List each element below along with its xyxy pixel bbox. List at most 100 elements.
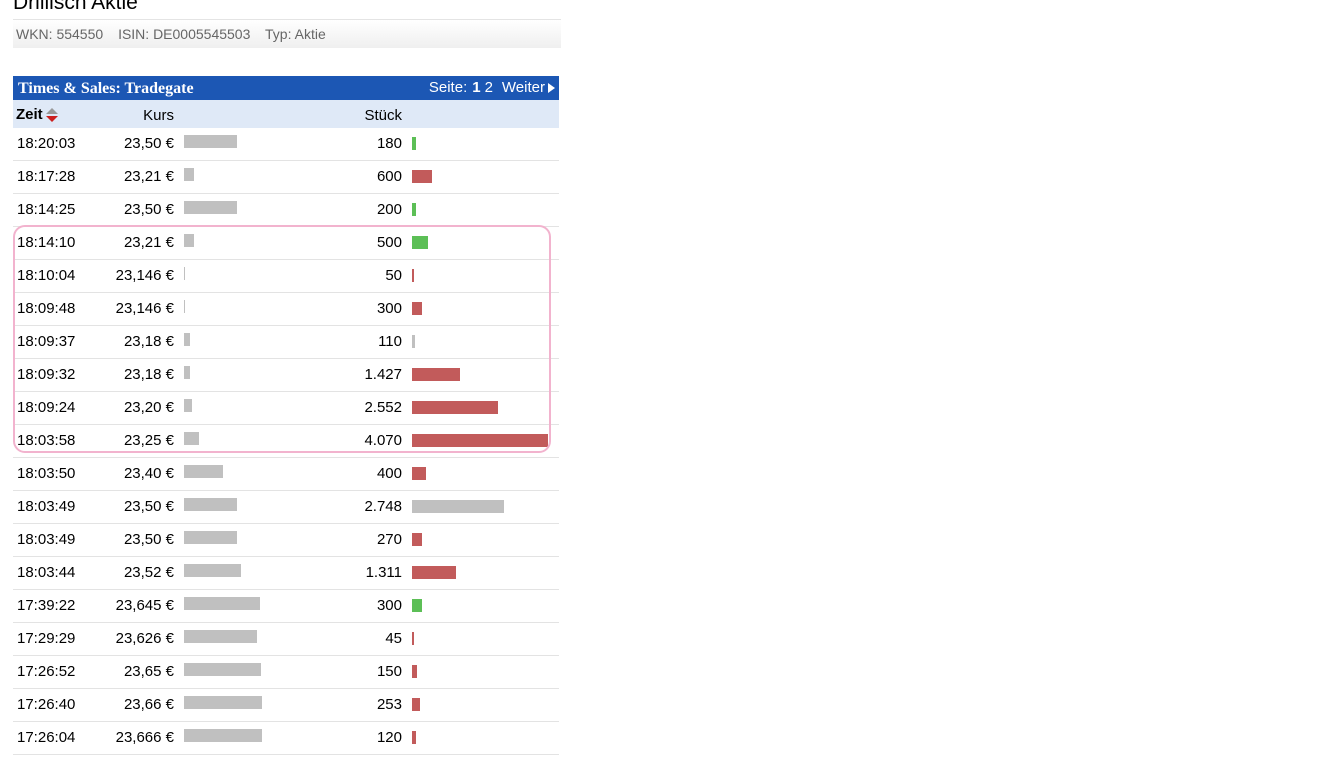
volume-bar xyxy=(412,599,422,612)
wkn-label: WKN: 554550 xyxy=(16,26,104,42)
table-row: 18:03:49 23,50 € 2.748 xyxy=(13,491,559,524)
volume-bar xyxy=(412,170,432,183)
trade-volume: 300 xyxy=(376,300,402,317)
trade-time: 18:09:37 xyxy=(17,333,76,350)
trade-time: 18:09:24 xyxy=(17,399,76,416)
table-row: 18:03:58 23,25 € 4.070 xyxy=(13,425,559,458)
trade-time: 18:03:44 xyxy=(17,564,76,581)
trade-volume: 600 xyxy=(376,168,402,185)
price-bar xyxy=(184,135,237,148)
table-row: 18:10:04 23,146 € 50 xyxy=(13,260,559,293)
trade-time: 18:03:49 xyxy=(17,531,76,548)
trade-price: 23,146 € xyxy=(115,300,174,317)
trade-time: 18:20:03 xyxy=(17,135,76,152)
trade-time: 18:03:49 xyxy=(17,498,76,515)
table-row: 18:17:28 23,21 € 600 xyxy=(13,161,559,194)
price-bar xyxy=(184,300,185,313)
table-row: 18:20:03 23,50 € 180 xyxy=(13,128,559,161)
trade-volume: 1.427 xyxy=(364,366,402,383)
volume-bar xyxy=(412,467,426,480)
table-row: 17:26:52 23,65 € 150 xyxy=(13,656,559,689)
volume-bar xyxy=(412,731,416,744)
volume-bar xyxy=(412,401,498,414)
trade-price: 23,146 € xyxy=(115,267,174,284)
zeit-column-label: Zeit xyxy=(16,106,43,123)
price-bar xyxy=(184,267,185,280)
next-page-link[interactable]: Weiter xyxy=(502,79,555,96)
volume-bar xyxy=(412,137,416,150)
price-bar xyxy=(184,564,241,577)
price-bar xyxy=(184,333,190,346)
table-row: 17:26:40 23,66 € 253 xyxy=(13,689,559,722)
trade-volume: 2.552 xyxy=(364,399,402,416)
trade-time: 18:09:32 xyxy=(17,366,76,383)
trade-volume: 180 xyxy=(376,135,402,152)
price-bar xyxy=(184,630,257,643)
page-2-link[interactable]: 2 xyxy=(485,79,493,96)
sort-arrows-icon xyxy=(45,107,58,123)
trades-table: 18:20:03 23,50 €180 18:17:28 23,21 €600 18:1… xyxy=(13,128,559,755)
trade-time: 18:14:10 xyxy=(17,234,76,251)
price-bar xyxy=(184,531,237,544)
trade-volume: 150 xyxy=(376,663,402,680)
trade-volume: 253 xyxy=(376,696,402,713)
trade-price: 23,40 € xyxy=(123,465,174,482)
trade-time: 18:14:25 xyxy=(17,201,76,218)
trade-price: 23,65 € xyxy=(123,663,174,680)
next-page-label: Weiter xyxy=(501,79,545,96)
volume-bar xyxy=(412,368,460,381)
price-bar xyxy=(184,399,192,412)
security-meta-bar: WKN: 554550 ISIN: DE0005545503 Typ: Akti… xyxy=(13,19,561,48)
table-row: 18:09:24 23,20 € 2.552 xyxy=(13,392,559,425)
volume-bar xyxy=(412,632,414,645)
trade-time: 17:26:04 xyxy=(17,729,76,746)
trade-price: 23,52 € xyxy=(123,564,174,581)
volume-bar xyxy=(412,500,504,513)
trade-time: 18:09:48 xyxy=(17,300,76,317)
table-row: 18:09:37 23,18 € 110 xyxy=(13,326,559,359)
volume-bar xyxy=(412,665,417,678)
table-row: 17:29:29 23,626 € 45 xyxy=(13,623,559,656)
table-row: 17:39:22 23,645 € 300 xyxy=(13,590,559,623)
trade-volume: 2.748 xyxy=(364,498,402,515)
price-bar xyxy=(184,432,199,445)
trade-price: 23,66 € xyxy=(123,696,174,713)
trade-price: 23,18 € xyxy=(123,366,174,383)
trade-price: 23,21 € xyxy=(123,168,174,185)
trade-price: 23,20 € xyxy=(123,399,174,416)
trade-time: 17:39:22 xyxy=(17,597,76,614)
trade-volume: 120 xyxy=(376,729,402,746)
trade-volume: 500 xyxy=(376,234,402,251)
page-title: Drillisch Aktie xyxy=(13,0,138,14)
price-bar xyxy=(184,234,194,247)
trade-price: 23,18 € xyxy=(123,333,174,350)
trade-time: 18:03:50 xyxy=(17,465,76,482)
trade-price: 23,25 € xyxy=(123,432,174,449)
trade-time: 18:03:58 xyxy=(17,432,76,449)
trade-price: 23,50 € xyxy=(123,201,174,218)
price-bar xyxy=(184,597,260,610)
trade-time: 17:26:52 xyxy=(17,663,76,680)
price-bar xyxy=(184,729,262,742)
trade-price: 23,645 € xyxy=(115,597,174,614)
trade-price: 23,666 € xyxy=(115,729,174,746)
table-row: 18:03:49 23,50 € 270 xyxy=(13,524,559,557)
trade-volume: 110 xyxy=(378,333,402,350)
price-bar xyxy=(184,696,262,709)
volume-bar xyxy=(412,203,416,216)
table-row: 18:03:44 23,52 € 1.311 xyxy=(13,557,559,590)
price-bar xyxy=(184,498,237,511)
page-1-link[interactable]: 1 xyxy=(472,79,480,96)
price-bar xyxy=(184,366,190,379)
table-row: 18:09:48 23,146 € 300 xyxy=(13,293,559,326)
table-row: 18:14:10 23,21 € 500 xyxy=(13,227,559,260)
zeit-sort-header[interactable]: Zeit xyxy=(16,106,58,123)
trade-volume: 300 xyxy=(376,597,402,614)
kurs-column-label: Kurs xyxy=(143,107,174,124)
trade-volume: 400 xyxy=(376,465,402,482)
trade-price: 23,50 € xyxy=(123,135,174,152)
trade-time: 18:17:28 xyxy=(17,168,76,185)
times-sales-title: Times & Sales: Tradegate xyxy=(18,80,194,97)
volume-bar xyxy=(412,698,420,711)
pager: Seite: 1 2 Weiter xyxy=(429,79,555,96)
